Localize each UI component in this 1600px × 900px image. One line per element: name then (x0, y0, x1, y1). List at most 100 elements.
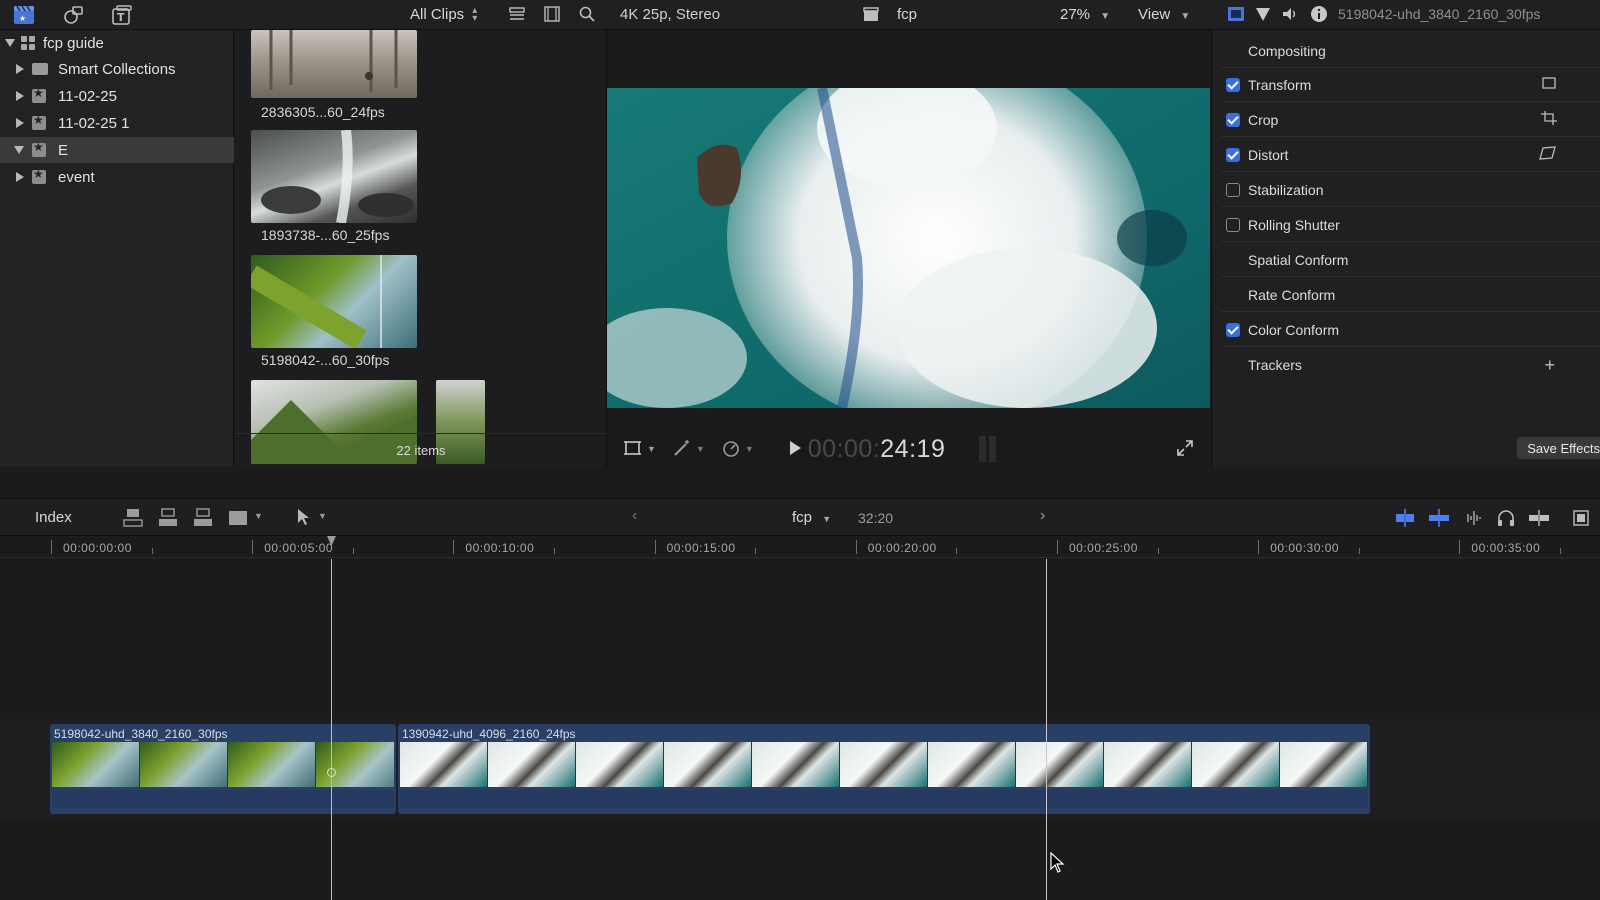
inspector-section-distort[interactable]: Distort (1221, 138, 1600, 172)
ruler-timecode: 00:00:20:00 (867, 541, 937, 555)
play-icon[interactable] (788, 440, 802, 459)
filmstrip-frame (928, 742, 1016, 787)
info-inspector-icon[interactable] (1310, 5, 1330, 25)
clip-thumbnail[interactable] (251, 30, 417, 98)
color-inspector-icon[interactable] (1254, 5, 1274, 25)
mossy-log-thumbnail-art (251, 255, 382, 348)
add-icon[interactable]: + (1544, 355, 1555, 376)
libraries-icon[interactable]: ★ (13, 5, 34, 25)
clapper-icon (862, 5, 882, 25)
disclosure-triangle-icon[interactable] (16, 172, 24, 182)
inspector-section-rate-conform[interactable]: Rate Conform (1221, 278, 1600, 312)
project-menu[interactable]: fcp ▼ (792, 509, 831, 526)
transform-onscreen-icon[interactable] (1541, 76, 1557, 93)
video-inspector-icon[interactable] (1227, 5, 1247, 25)
fullscreen-icon[interactable] (1176, 439, 1194, 460)
snapping-icon[interactable] (1528, 509, 1550, 530)
disclosure-triangle-icon[interactable] (16, 64, 24, 74)
filmstrip-frame (488, 742, 576, 787)
chevron-down-icon: ▼ (1180, 11, 1191, 22)
chevron-down-icon[interactable]: ▼ (647, 444, 656, 454)
distort-onscreen-icon[interactable] (1539, 146, 1557, 163)
titles-generators-icon[interactable]: T (111, 5, 132, 25)
event-star-icon (32, 113, 46, 130)
chevron-down-icon[interactable]: ▼ (745, 444, 754, 454)
timeline-ruler[interactable]: 00:00:00:00 00:00:05:00 00:00:10:00 00:00:1… (0, 536, 1600, 558)
filmstrip-frame (840, 742, 928, 787)
timeline-index-button[interactable]: Index (35, 509, 72, 526)
disclosure-triangle-icon[interactable] (16, 118, 24, 128)
chevron-down-icon[interactable]: ▼ (254, 511, 263, 521)
viewer-frame[interactable] (607, 88, 1210, 408)
history-forward-icon[interactable]: › (1040, 507, 1045, 525)
timeline-clip[interactable]: 1390942-uhd_4096_2160_24fps (398, 724, 1370, 814)
inspector-section-compositing[interactable]: Compositing (1221, 34, 1600, 68)
view-menu[interactable]: View ▼ (1138, 6, 1190, 23)
crop-checkbox[interactable] (1226, 112, 1240, 127)
append-clip-icon[interactable] (193, 508, 213, 531)
inspector-section-crop[interactable]: Crop (1221, 103, 1600, 137)
skimmer-line[interactable] (331, 559, 332, 900)
playhead-line[interactable] (1046, 559, 1047, 900)
transform-tool-icon[interactable] (623, 439, 643, 460)
timeline-clip[interactable]: 5198042-uhd_3840_2160_30fps (50, 724, 396, 814)
retime-speedometer-icon[interactable] (721, 439, 741, 460)
audio-inspector-icon[interactable] (1281, 5, 1301, 25)
inspector-section-color-conform[interactable]: Color Conform (1221, 313, 1600, 347)
sidebar-item-event[interactable]: 11-02-25 1 (0, 110, 234, 136)
list-view-icon[interactable] (508, 5, 528, 25)
clip-skimming-icon[interactable] (1394, 509, 1416, 530)
chevron-down-icon[interactable]: ▼ (696, 444, 705, 454)
history-back-icon[interactable]: ‹ (632, 507, 637, 525)
timecode-main: 24:19 (880, 434, 946, 463)
audio-skimming-icon[interactable] (1462, 509, 1484, 530)
chevron-down-icon[interactable]: ▼ (318, 511, 327, 521)
overwrite-clip-icon[interactable] (228, 508, 248, 531)
filmstrip-frame (140, 742, 228, 787)
photos-audio-icon[interactable] (62, 5, 83, 25)
ruler-timecode: 00:00:00:00 (63, 541, 132, 555)
inspector-row-label: Stabilization (1248, 181, 1324, 198)
clip-label: 2836305...60_24fps (261, 104, 385, 120)
library-fcp-guide[interactable]: fcp guide (0, 30, 234, 56)
rolling-shutter-checkbox[interactable] (1226, 217, 1240, 232)
inspector-section-rolling-shutter[interactable]: Rolling Shutter (1221, 208, 1600, 242)
video-skimming-icon[interactable] (1428, 509, 1450, 530)
inspector-section-stabilization[interactable]: Stabilization (1221, 173, 1600, 207)
disclosure-triangle-icon[interactable] (14, 146, 24, 154)
transform-checkbox[interactable] (1226, 77, 1240, 92)
ruler-minor-tick (1157, 548, 1159, 554)
disclosure-triangle-icon[interactable] (5, 39, 15, 47)
clip-thumbnail-selected[interactable] (251, 255, 417, 348)
solo-headphones-icon[interactable] (1496, 509, 1516, 530)
sidebar-item-event-selected[interactable]: E (0, 137, 234, 163)
zoom-menu[interactable]: 27% ▼ (1060, 6, 1110, 23)
save-effects-button[interactable]: Save Effects (1517, 437, 1600, 459)
audio-meter-icon[interactable] (979, 436, 997, 462)
timeline[interactable]: 5198042-uhd_3840_2160_30fps 1390942-uhd_… (0, 559, 1600, 900)
inspector-section-spatial-conform[interactable]: Spatial Conform (1221, 243, 1600, 277)
clip-appearance-icon[interactable] (1572, 509, 1590, 530)
inspector-section-trackers[interactable]: Trackers + (1221, 348, 1600, 382)
insert-clip-icon[interactable] (158, 508, 178, 531)
enhance-wand-icon[interactable] (672, 439, 692, 460)
clip-thumbnail[interactable] (251, 130, 417, 223)
filmstrip-frame (1104, 742, 1192, 787)
sidebar-item-smart-collections[interactable]: Smart Collections (0, 56, 234, 82)
inspector-section-transform[interactable]: Transform (1221, 68, 1600, 102)
crop-onscreen-icon[interactable] (1541, 111, 1557, 128)
filmstrip-frame (228, 742, 316, 787)
sidebar-item-event[interactable]: 11-02-25 (0, 83, 234, 109)
filmstrip-view-icon[interactable] (543, 5, 563, 25)
select-tool-arrow-icon[interactable] (296, 508, 310, 529)
ruler-minor-tick (554, 548, 555, 554)
color-conform-checkbox[interactable] (1226, 322, 1240, 337)
stabilization-checkbox[interactable] (1226, 182, 1240, 197)
clip-filter-menu[interactable]: All Clips ▴ ▾ (410, 5, 477, 23)
timecode-display[interactable]: 00:00:24:19 (808, 435, 946, 464)
connect-clip-icon[interactable] (123, 508, 143, 531)
distort-checkbox[interactable] (1226, 147, 1240, 162)
disclosure-triangle-icon[interactable] (16, 91, 24, 101)
search-icon[interactable] (578, 5, 598, 25)
sidebar-item-event[interactable]: event (0, 164, 234, 190)
